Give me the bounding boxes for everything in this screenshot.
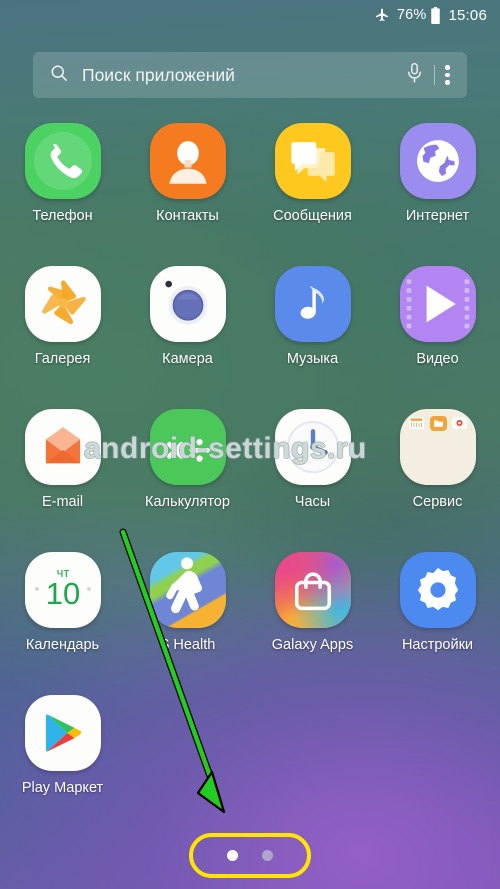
app-item-clock[interactable]: Часы (250, 406, 375, 549)
search-bar-divider (434, 65, 435, 85)
status-bar: 76% 15:06 (0, 0, 500, 30)
app-label: Календарь (25, 637, 100, 653)
calendar-day-number: 10 (45, 576, 79, 611)
app-label: Часы (294, 494, 331, 510)
s-health-icon (149, 552, 226, 628)
clock-icon (274, 409, 351, 485)
settings-icon (399, 552, 476, 628)
status-bar-clock: 15:06 (448, 6, 487, 24)
video-icon (399, 266, 476, 342)
app-label: Сообщения (273, 208, 352, 224)
app-grid: Телефон Контакты Сообщения Интернет Гале… (0, 120, 500, 835)
app-item-settings[interactable]: Настройки (375, 549, 500, 692)
page-dot-active[interactable] (227, 850, 238, 861)
contacts-icon (149, 123, 226, 199)
app-label: Контакты (156, 208, 219, 224)
internet-icon (399, 123, 476, 199)
app-search-bar[interactable]: Поиск приложений (33, 52, 467, 98)
app-label: E-mail (41, 494, 84, 510)
app-item-service-folder[interactable]: Сервис (375, 406, 500, 549)
camera-icon (149, 266, 226, 342)
app-item-galaxy-apps[interactable]: Galaxy Apps (250, 549, 375, 692)
app-row: чт 10 Календарь S Health Galaxy Apps Нас… (0, 549, 500, 692)
app-label: Play Маркет (21, 780, 104, 796)
app-item-contacts[interactable]: Контакты (125, 120, 250, 263)
app-item-internet[interactable]: Интернет (375, 120, 500, 263)
app-label: Галерея (34, 351, 91, 367)
app-item-gallery[interactable]: Галерея (0, 263, 125, 406)
app-label: Galaxy Apps (271, 637, 354, 653)
app-label: Видео (416, 351, 459, 367)
phone-screen: 76% 15:06 Поиск приложений Телефон Конта… (0, 0, 500, 889)
app-row: Телефон Контакты Сообщения Интернет (0, 120, 500, 263)
gallery-icon (24, 266, 101, 342)
app-label: Сервис (412, 494, 463, 510)
app-row: Галерея Камера Музыка Видео (0, 263, 500, 406)
search-icon (49, 63, 69, 88)
app-label: Телефон (32, 208, 93, 224)
app-label: Музыка (286, 351, 339, 367)
service-folder-icon (399, 409, 476, 485)
galaxy-apps-icon (274, 552, 351, 628)
app-item-calculator[interactable]: Калькулятор (125, 406, 250, 549)
app-item-camera[interactable]: Камера (125, 263, 250, 406)
play-store-icon (24, 695, 101, 771)
calculator-icon (149, 409, 226, 485)
microphone-icon[interactable] (405, 62, 424, 89)
app-row: E-mail Калькулятор Часы Сервис (0, 406, 500, 549)
battery-icon (430, 6, 448, 24)
search-input-placeholder[interactable]: Поиск приложений (82, 65, 405, 86)
music-icon (274, 266, 351, 342)
calendar-icon: чт 10 (24, 552, 101, 628)
messages-icon (274, 123, 351, 199)
app-label: Интернет (405, 208, 470, 224)
phone-icon (24, 123, 101, 199)
airplane-mode-icon (374, 7, 397, 23)
app-label: S Health (159, 637, 216, 653)
battery-percent-label: 76% (396, 7, 427, 23)
email-icon (24, 409, 101, 485)
more-options-icon[interactable] (445, 65, 450, 85)
app-item-messages[interactable]: Сообщения (250, 120, 375, 263)
app-item-music[interactable]: Музыка (250, 263, 375, 406)
app-item-video[interactable]: Видео (375, 263, 500, 406)
app-item-calendar[interactable]: чт 10 Календарь (0, 549, 125, 692)
page-indicator-highlight[interactable] (189, 833, 311, 878)
app-label: Калькулятор (145, 494, 230, 510)
app-item-phone[interactable]: Телефон (0, 120, 125, 263)
app-item-play-store[interactable]: Play Маркет (0, 692, 125, 835)
app-item-email[interactable]: E-mail (0, 406, 125, 549)
app-row: Play Маркет (0, 692, 500, 835)
app-item-s-health[interactable]: S Health (125, 549, 250, 692)
page-dot-inactive[interactable] (262, 850, 273, 861)
app-label: Настройки (401, 637, 474, 653)
app-label: Камера (162, 351, 213, 367)
